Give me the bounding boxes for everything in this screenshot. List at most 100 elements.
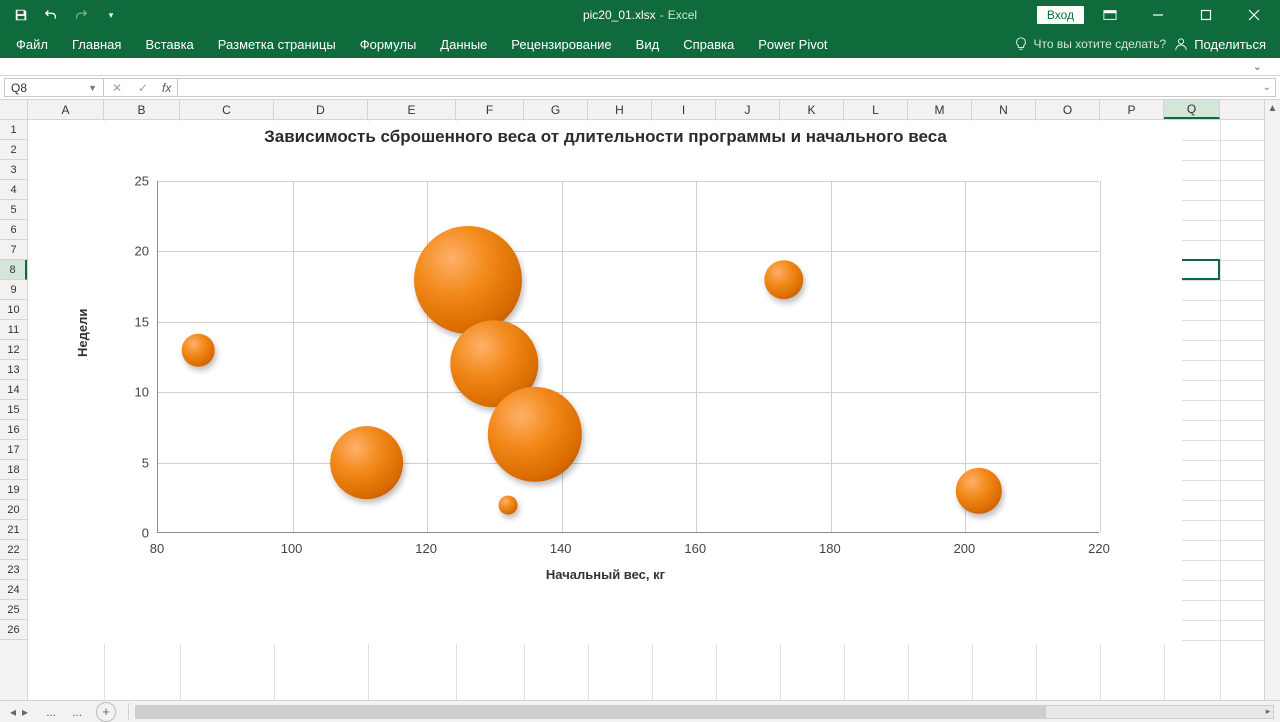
login-button[interactable]: Вход: [1037, 6, 1084, 24]
row-header[interactable]: 12: [0, 340, 27, 360]
bubble-point[interactable]: [956, 468, 1002, 514]
row-header[interactable]: 4: [0, 180, 27, 200]
qat-customize-icon[interactable]: ▾: [98, 2, 124, 28]
column-header[interactable]: C: [180, 100, 274, 119]
column-header[interactable]: F: [456, 100, 524, 119]
scroll-right-icon[interactable]: ▸: [1261, 706, 1275, 718]
redo-icon[interactable]: [68, 2, 94, 28]
ribbon-tab-9[interactable]: Power Pivot: [746, 30, 839, 58]
column-header[interactable]: K: [780, 100, 844, 119]
column-header[interactable]: J: [716, 100, 780, 119]
vertical-scrollbar[interactable]: ▲: [1264, 100, 1280, 700]
sheet-nav[interactable]: ◂▸: [0, 705, 38, 719]
row-header[interactable]: 24: [0, 580, 27, 600]
row-header[interactable]: 17: [0, 440, 27, 460]
ribbon-tab-7[interactable]: Вид: [624, 30, 672, 58]
ribbon-tab-4[interactable]: Формулы: [348, 30, 429, 58]
row-header[interactable]: 22: [0, 540, 27, 560]
row-header[interactable]: 14: [0, 380, 27, 400]
column-header[interactable]: N: [972, 100, 1036, 119]
ribbon-tab-0[interactable]: Файл: [4, 30, 60, 58]
minimize-button[interactable]: [1136, 0, 1180, 30]
share-button[interactable]: Поделиться: [1174, 37, 1266, 52]
row-headers[interactable]: 1234567891011121314151617181920212223242…: [0, 120, 28, 700]
ribbon-tab-8[interactable]: Справка: [671, 30, 746, 58]
bubble-point[interactable]: [498, 495, 517, 514]
row-header[interactable]: 2: [0, 140, 27, 160]
row-header[interactable]: 10: [0, 300, 27, 320]
row-header[interactable]: 7: [0, 240, 27, 260]
sheet-list-button-2[interactable]: ...: [64, 705, 90, 719]
nav-prev-icon[interactable]: ◂: [8, 705, 18, 719]
bubble-point[interactable]: [764, 260, 803, 299]
row-header[interactable]: 15: [0, 400, 27, 420]
row-header[interactable]: 26: [0, 620, 27, 640]
worksheet-grid[interactable]: ABCDEFGHIJKLMNOPQ 1234567891011121314151…: [0, 100, 1280, 700]
close-button[interactable]: [1232, 0, 1276, 30]
column-header[interactable]: B: [104, 100, 180, 119]
column-header[interactable]: E: [368, 100, 456, 119]
row-header[interactable]: 9: [0, 280, 27, 300]
horizontal-scrollbar[interactable]: ◂ ▸: [135, 705, 1274, 719]
ribbon-mode-icon[interactable]: [1088, 0, 1132, 30]
row-header[interactable]: 13: [0, 360, 27, 380]
expand-formula-icon[interactable]: ⌄: [1253, 60, 1262, 73]
row-header[interactable]: 3: [0, 160, 27, 180]
chart-title[interactable]: Зависимость сброшенного веса от длительн…: [29, 127, 1182, 147]
enter-formula-icon[interactable]: ✓: [130, 81, 156, 95]
column-header[interactable]: G: [524, 100, 588, 119]
ribbon-tab-5[interactable]: Данные: [428, 30, 499, 58]
row-header[interactable]: 18: [0, 460, 27, 480]
row-header[interactable]: 19: [0, 480, 27, 500]
row-header[interactable]: 6: [0, 220, 27, 240]
row-header[interactable]: 20: [0, 500, 27, 520]
maximize-button[interactable]: [1184, 0, 1228, 30]
row-header[interactable]: 25: [0, 600, 27, 620]
y-axis-title[interactable]: Недели: [75, 309, 90, 357]
add-sheet-button[interactable]: +: [96, 702, 116, 722]
undo-icon[interactable]: [38, 2, 64, 28]
row-header[interactable]: 1: [0, 120, 27, 140]
column-header[interactable]: H: [588, 100, 652, 119]
row-header[interactable]: 11: [0, 320, 27, 340]
nav-next-icon[interactable]: ▸: [20, 705, 30, 719]
row-header[interactable]: 23: [0, 560, 27, 580]
ribbon-tab-3[interactable]: Разметка страницы: [206, 30, 348, 58]
scroll-thumb[interactable]: [136, 706, 1046, 718]
chevron-down-icon[interactable]: ▼: [88, 83, 97, 93]
bubble-point[interactable]: [414, 226, 522, 334]
column-header[interactable]: I: [652, 100, 716, 119]
chart-object[interactable]: Зависимость сброшенного веса от длительн…: [29, 121, 1182, 644]
bubble-point[interactable]: [182, 334, 215, 367]
row-header[interactable]: 16: [0, 420, 27, 440]
name-box[interactable]: Q8 ▼: [4, 78, 104, 97]
tell-me[interactable]: Что вы хотите сделать?: [1014, 37, 1167, 51]
formula-input[interactable]: ⌄: [178, 78, 1276, 97]
column-header[interactable]: Q: [1164, 100, 1220, 119]
select-all-corner[interactable]: [0, 100, 28, 120]
ribbon-tab-2[interactable]: Вставка: [133, 30, 205, 58]
column-header[interactable]: O: [1036, 100, 1100, 119]
column-header[interactable]: D: [274, 100, 368, 119]
column-header[interactable]: M: [908, 100, 972, 119]
plot-area[interactable]: [157, 181, 1099, 533]
x-tick-label: 200: [954, 541, 976, 556]
sheet-list-button[interactable]: ...: [38, 705, 64, 719]
scroll-up-icon[interactable]: ▲: [1265, 100, 1280, 116]
bubble-point[interactable]: [330, 426, 404, 500]
column-header[interactable]: P: [1100, 100, 1164, 119]
column-header[interactable]: A: [28, 100, 104, 119]
expand-formula-bar-icon[interactable]: ⌄: [1263, 82, 1271, 93]
bubble-point[interactable]: [488, 387, 582, 481]
row-header[interactable]: 21: [0, 520, 27, 540]
ribbon-tab-6[interactable]: Рецензирование: [499, 30, 623, 58]
row-header[interactable]: 8: [0, 260, 27, 280]
column-header[interactable]: L: [844, 100, 908, 119]
cancel-formula-icon[interactable]: ✕: [104, 81, 130, 95]
save-icon[interactable]: [8, 2, 34, 28]
fx-label[interactable]: fx: [156, 81, 177, 95]
row-header[interactable]: 5: [0, 200, 27, 220]
column-headers[interactable]: ABCDEFGHIJKLMNOPQ: [28, 100, 1264, 120]
x-axis-title[interactable]: Начальный вес, кг: [29, 567, 1182, 582]
ribbon-tab-1[interactable]: Главная: [60, 30, 133, 58]
